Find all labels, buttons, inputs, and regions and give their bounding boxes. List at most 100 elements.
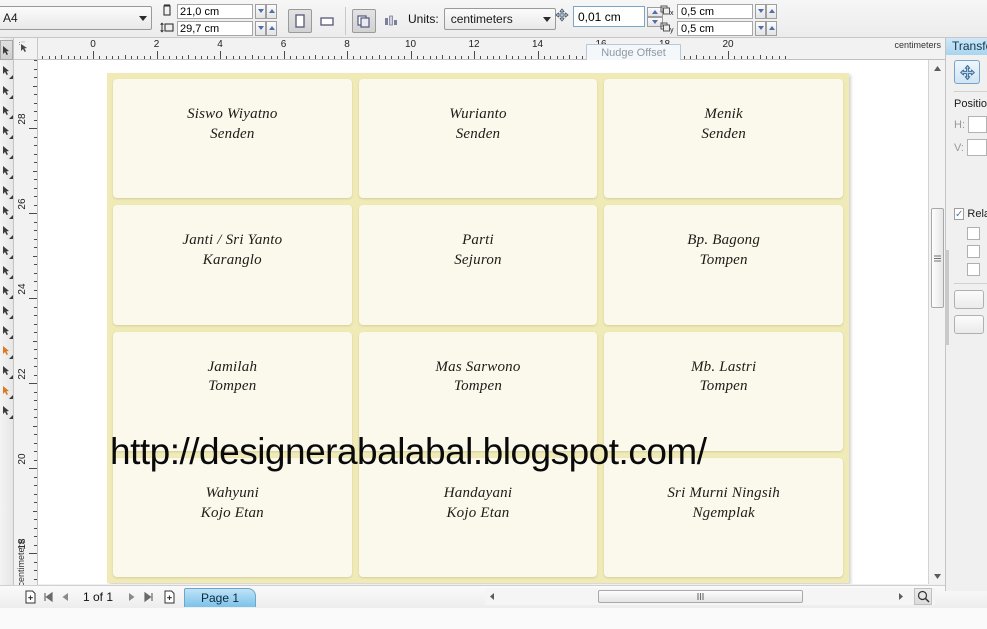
tool-flyout-arrow (5, 415, 13, 419)
tool-flyout-arrow (5, 155, 13, 159)
go-to-last-page-button[interactable] (140, 589, 157, 606)
page-size-dropdown[interactable]: A4 (0, 6, 152, 30)
label-card[interactable]: Parti Sejuron (358, 205, 598, 325)
anchor-point-bottom[interactable] (967, 263, 980, 276)
vertical-scrollbar[interactable] (928, 60, 946, 584)
page-width-field[interactable]: 21,0 cm (177, 3, 253, 19)
label-card[interactable]: Wahyuni Kojo Etan (113, 457, 352, 577)
zoom-magnifier-button[interactable] (914, 588, 932, 605)
page-height-field[interactable]: 29,7 cm (177, 20, 253, 36)
apply-button[interactable] (954, 290, 984, 309)
duplicate-x-spinners[interactable] (755, 3, 777, 19)
units-group: Units: centimeters (408, 8, 556, 30)
fill-tool[interactable] (0, 380, 13, 400)
label-card[interactable]: Handayani Kojo Etan (358, 457, 598, 577)
label-card[interactable]: Wurianto Senden (358, 79, 598, 199)
page-width-up[interactable] (266, 3, 277, 19)
outline-tool[interactable] (0, 360, 13, 380)
anchor-point-top[interactable] (967, 227, 980, 240)
drawing-canvas[interactable]: Siswo Wiyatno Senden Wurianto Senden Menik Se… (38, 60, 928, 584)
ruler-tick (575, 56, 577, 59)
duplicate-y-field[interactable]: 0,5 cm (677, 20, 753, 36)
connector-tool[interactable] (0, 300, 13, 320)
portrait-orientation-button[interactable] (288, 9, 312, 33)
relative-position-row[interactable]: ✓ Relative Position (954, 208, 987, 220)
label-card[interactable]: Sri Murni Ningsih Ngemplak (604, 457, 843, 577)
ruler-tick (321, 56, 323, 59)
duplicate-y-up[interactable] (766, 20, 777, 36)
apply-to-duplicate-button[interactable] (954, 315, 984, 334)
new-page-after-button[interactable] (161, 589, 178, 606)
page-height-down[interactable] (255, 20, 266, 36)
table-tool[interactable] (0, 260, 13, 280)
basic-shapes-tool[interactable] (0, 220, 13, 240)
go-to-previous-page-button[interactable] (56, 589, 73, 606)
go-to-next-page-button[interactable] (123, 589, 140, 606)
label-card[interactable]: Menik Senden (604, 79, 843, 199)
ruler-tick (34, 485, 37, 486)
polygon-tool[interactable] (0, 200, 13, 220)
page-height-spinners[interactable] (255, 20, 277, 36)
duplicate-y-spinners[interactable] (755, 20, 777, 36)
blend-tool[interactable] (0, 320, 13, 340)
duplicate-x-up[interactable] (766, 3, 777, 19)
scroll-right-button[interactable] (893, 588, 907, 605)
duplicate-x-field[interactable]: 0,5 cm (677, 3, 753, 19)
ruler-tick (34, 391, 37, 393)
move-transform-button[interactable] (954, 60, 980, 84)
ruler-tick (283, 51, 285, 59)
relative-position-checkbox[interactable]: ✓ (954, 208, 965, 220)
page-height-up[interactable] (266, 20, 277, 36)
tool-flyout-arrow (5, 395, 13, 399)
ruler-tick (442, 55, 444, 59)
anchor-point-middle[interactable] (967, 245, 980, 258)
crop-tool[interactable] (0, 80, 13, 100)
page-width-spinners[interactable] (255, 3, 277, 19)
ellipse-tool[interactable] (0, 180, 13, 200)
duplicate-y-down[interactable] (755, 20, 766, 36)
all-pages-button[interactable] (352, 9, 376, 33)
docker-resize-handle[interactable] (945, 250, 949, 345)
interactive-fill-tool[interactable] (0, 400, 13, 420)
ruler-tick (239, 56, 241, 59)
horizontal-ruler[interactable]: centimeters 02468101214161820 (38, 38, 945, 60)
duplicate-x-down[interactable] (755, 3, 766, 19)
scroll-left-button[interactable] (485, 588, 499, 605)
scroll-down-button[interactable] (929, 568, 946, 584)
nudge-offset-field[interactable]: 0,01 cm (573, 6, 645, 27)
ruler-tick (29, 298, 37, 299)
position-h-field[interactable] (968, 116, 987, 133)
vertical-scrollbar-thumb[interactable] (931, 208, 944, 308)
ruler-origin-button[interactable] (14, 38, 38, 60)
horizontal-scrollbar-thumb[interactable] (598, 590, 803, 603)
freehand-tool[interactable] (0, 120, 13, 140)
scroll-up-button[interactable] (929, 60, 946, 76)
page-width-down[interactable] (255, 3, 266, 19)
pick-tool[interactable] (0, 40, 13, 60)
current-page-button[interactable] (379, 9, 403, 33)
label-card[interactable]: Janti / Sri Yanto Karanglo (113, 205, 352, 325)
rectangle-tool[interactable] (0, 160, 13, 180)
smart-fill-tool[interactable] (0, 140, 13, 160)
page-tab-page-1[interactable]: Page 1 (184, 587, 257, 607)
landscape-orientation-button[interactable] (315, 9, 339, 33)
docker-title: Transform (946, 38, 987, 55)
page-width-row: 21,0 cm (160, 3, 280, 19)
text-tool[interactable] (0, 240, 13, 260)
anchor-point-grid[interactable] (967, 227, 987, 276)
vertical-ruler[interactable]: centimeters 28 26 24 22 20 18 (14, 60, 38, 591)
label-card[interactable]: Bp. Bagong Tompen (604, 205, 843, 325)
shape-tool[interactable] (0, 60, 13, 80)
go-to-first-page-button[interactable] (39, 589, 56, 606)
color-eyedropper-tool[interactable] (0, 340, 13, 360)
new-page-before-button[interactable] (22, 589, 39, 606)
horizontal-scrollbar[interactable] (485, 588, 935, 605)
ruler-tick (315, 55, 317, 59)
label-sheet[interactable]: Siswo Wiyatno Senden Wurianto Senden Menik Se… (107, 73, 849, 583)
page-height-icon (160, 21, 174, 35)
units-dropdown[interactable]: centimeters (443, 8, 556, 30)
dimension-tool[interactable] (0, 280, 13, 300)
position-v-field[interactable] (967, 139, 987, 156)
label-card[interactable]: Siswo Wiyatno Senden (113, 79, 352, 199)
zoom-tool[interactable] (0, 100, 13, 120)
